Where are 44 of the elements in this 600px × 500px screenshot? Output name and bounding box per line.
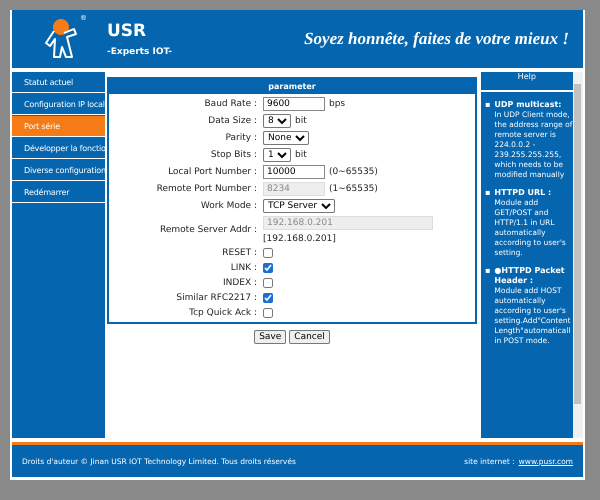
field-label: INDEX : bbox=[222, 278, 257, 288]
text-field[interactable]: 10000 bbox=[263, 165, 325, 179]
tagline: -Experts IOT- bbox=[107, 47, 174, 57]
panel-title: parameter bbox=[109, 79, 475, 94]
unit-text: (1~65535) bbox=[329, 184, 378, 194]
scrollbar[interactable] bbox=[572, 72, 583, 438]
form-button[interactable]: Cancel bbox=[289, 330, 330, 344]
field-label: Work Mode : bbox=[200, 201, 257, 211]
unit-text: (0~65535) bbox=[329, 167, 378, 177]
field-label: Tcp Quick Ack : bbox=[188, 308, 257, 318]
checkbox[interactable] bbox=[263, 263, 273, 273]
dropdown[interactable]: 1 bbox=[263, 148, 291, 162]
help-heading: HTTPD URL : bbox=[494, 188, 552, 198]
unit-text: bit bbox=[295, 116, 307, 126]
dropdown[interactable]: 8 bbox=[263, 114, 291, 128]
field-label: Stop Bits : bbox=[210, 150, 257, 160]
dropdown[interactable]: None bbox=[263, 131, 309, 145]
field-label: Local Port Number : bbox=[167, 167, 257, 177]
bullet-marker: ▪ bbox=[485, 100, 490, 111]
address-note: [192.168.0.201] bbox=[263, 234, 337, 244]
unit-text: bps bbox=[329, 99, 346, 109]
brand-name: USR bbox=[107, 21, 148, 41]
checkbox[interactable] bbox=[263, 308, 273, 318]
field-label: Remote Port Number : bbox=[156, 184, 257, 194]
help-heading: ●HTTPD Packet Header : bbox=[494, 266, 566, 286]
field-label: LINK : bbox=[230, 263, 257, 273]
dropdown[interactable]: TCP Server bbox=[263, 199, 335, 213]
bullet-marker: ▪ bbox=[485, 188, 490, 199]
checkbox[interactable] bbox=[263, 293, 273, 303]
text-field[interactable]: 9600 bbox=[263, 97, 325, 111]
field-label: Parity : bbox=[224, 133, 257, 143]
field-label: RESET : bbox=[221, 248, 257, 258]
checkbox[interactable] bbox=[263, 248, 273, 258]
field-label: Data Size : bbox=[207, 116, 257, 126]
help-heading: UDP multicast: bbox=[494, 100, 562, 110]
field-label: Remote Server Addr : bbox=[159, 225, 257, 235]
motto: Soyez honnête, faites de votre mieux ! bbox=[304, 29, 569, 49]
unit-text: bit bbox=[295, 150, 307, 160]
checkbox[interactable] bbox=[263, 278, 273, 288]
scrollbar-thumb[interactable] bbox=[574, 84, 582, 404]
field-label: Baud Rate : bbox=[204, 99, 257, 109]
field-label: Similar RFC2217 : bbox=[175, 293, 257, 303]
bullet-marker: ▪ bbox=[485, 266, 490, 277]
form-button[interactable]: Save bbox=[254, 330, 286, 344]
